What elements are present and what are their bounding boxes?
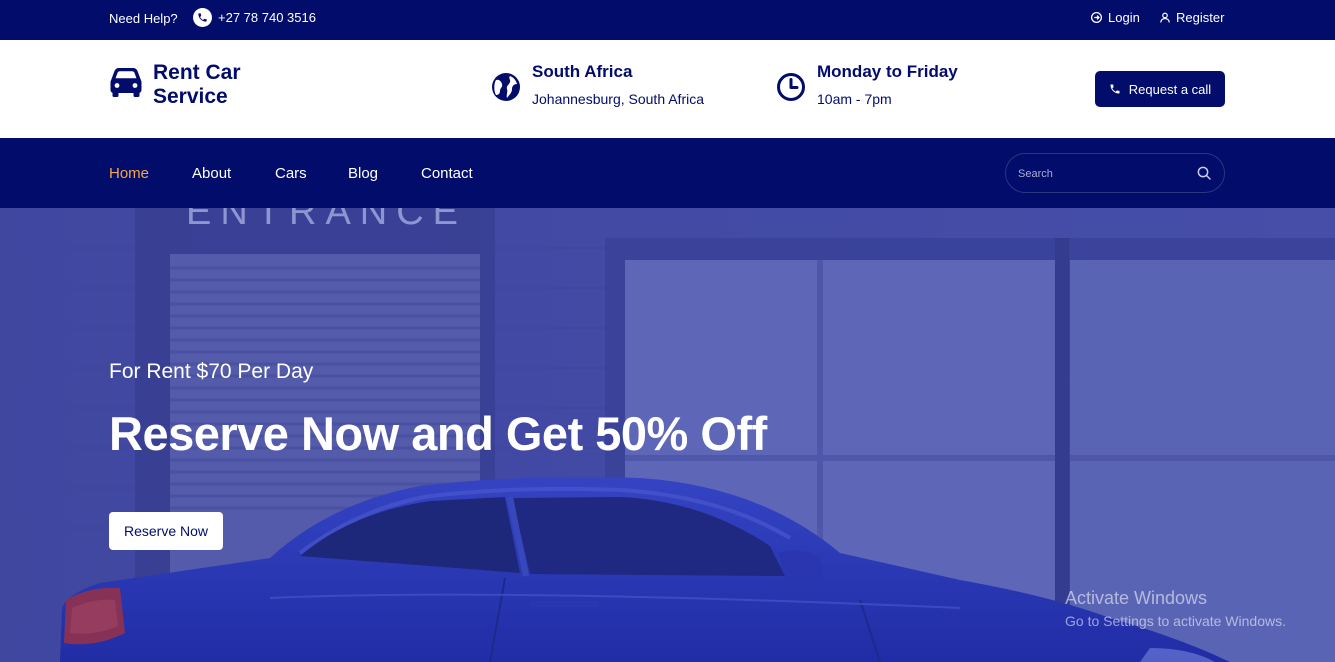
phone-icon xyxy=(1110,84,1120,94)
register-link[interactable]: Register xyxy=(1159,10,1224,25)
search-icon[interactable] xyxy=(1196,165,1212,181)
user-icon xyxy=(1160,12,1170,23)
hours-subtitle: 10am - 7pm xyxy=(817,91,892,107)
register-label: Register xyxy=(1176,10,1225,25)
location-subtitle: Johannesburg, South Africa xyxy=(532,91,705,107)
request-call-button[interactable]: Request a call xyxy=(1095,71,1225,107)
reserve-now-button[interactable]: Reserve Now xyxy=(109,512,223,550)
phone-number: +27 78 740 3516 xyxy=(218,10,316,25)
site-header: Rent Car Service South Africa Johannesbu… xyxy=(0,40,1335,138)
car-icon xyxy=(110,68,142,97)
phone-link[interactable]: +27 78 740 3516 xyxy=(193,8,316,27)
brand-logo[interactable]: Rent Car Service xyxy=(109,61,263,109)
location-info: South Africa Johannesburg, South Africa xyxy=(490,62,704,107)
search-input[interactable] xyxy=(1018,164,1188,184)
clock-icon xyxy=(777,73,805,101)
phone-icon xyxy=(193,8,212,27)
nav-item-blog[interactable]: Blog xyxy=(348,165,378,182)
search-box xyxy=(1005,153,1225,193)
location-title: South Africa xyxy=(532,62,633,81)
brand-name: Rent Car Service xyxy=(153,61,263,109)
nav-item-contact[interactable]: Contact xyxy=(421,165,473,182)
nav-item-about[interactable]: About xyxy=(192,165,231,182)
hours-title: Monday to Friday xyxy=(817,62,958,81)
windows-activation-watermark: Activate Windows Go to Settings to activ… xyxy=(1065,588,1286,629)
hours-info: Monday to Friday 10am - 7pm xyxy=(775,62,958,107)
request-call-label: Request a call xyxy=(1128,81,1212,97)
main-nav: Home About Cars Blog Contact xyxy=(0,138,1335,208)
top-bar: Need Help? +27 78 740 3516 Login Registe… xyxy=(0,0,1335,40)
nav-item-home[interactable]: Home xyxy=(109,165,149,182)
globe-icon xyxy=(492,73,520,101)
hero-headline: Reserve Now and Get 50% Off xyxy=(109,407,767,460)
brand-line-2: Service xyxy=(153,85,228,108)
hero-banner: ENTRANCE For Rent $70 Per Day Reserve No… xyxy=(0,208,1335,662)
hero-tagline: For Rent $70 Per Day xyxy=(109,360,314,383)
login-link[interactable]: Login xyxy=(1090,10,1140,25)
brand-line-1: Rent Car xyxy=(153,61,241,84)
watermark-line-1: Activate Windows xyxy=(1065,588,1208,608)
nav-item-cars[interactable]: Cars xyxy=(275,165,307,182)
watermark-line-2: Go to Settings to activate Windows. xyxy=(1065,613,1286,629)
login-label: Login xyxy=(1108,10,1140,25)
help-label: Need Help? xyxy=(109,11,178,26)
login-icon xyxy=(1090,11,1103,24)
